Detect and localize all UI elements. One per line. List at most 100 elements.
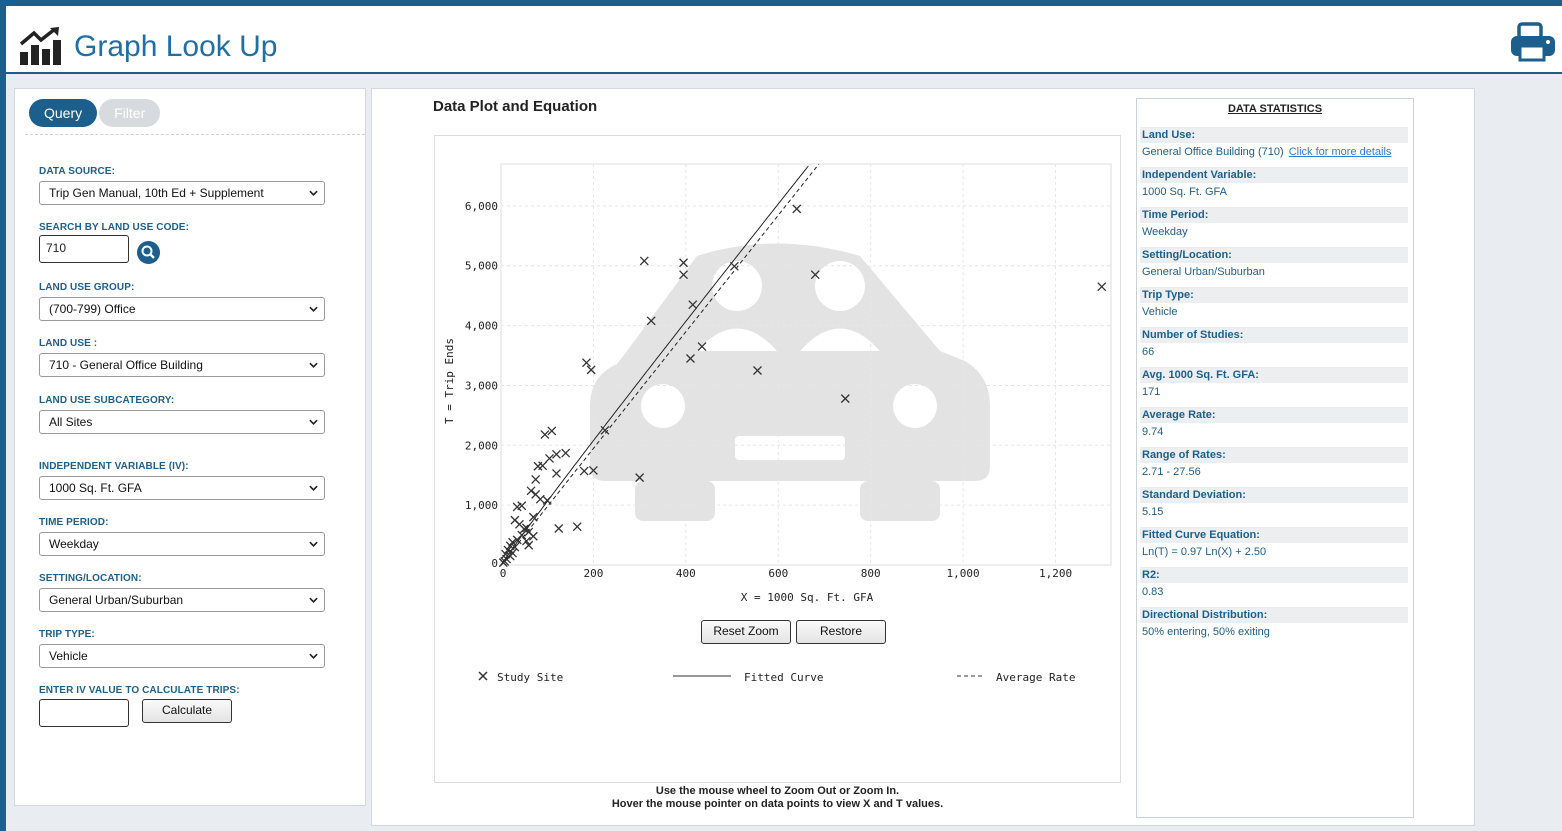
data-point[interactable] xyxy=(531,474,541,484)
setting-select[interactable]: General Urban/Suburban xyxy=(39,588,325,612)
time-period-label: TIME PERIOD: xyxy=(39,517,109,528)
stat-value-average-rate: 9.74 xyxy=(1142,426,1164,438)
data-point[interactable] xyxy=(579,466,589,476)
query-panel: Query Filter DATA SOURCE: Trip Gen Manual… xyxy=(14,88,366,806)
trip-type-select[interactable]: Vehicle xyxy=(39,644,325,668)
legend: Study Site Fitted Curve Average Rate xyxy=(478,671,1075,684)
y-tick-label: 2,000 xyxy=(465,439,498,452)
data-point[interactable] xyxy=(551,449,561,459)
data-point[interactable] xyxy=(582,358,591,368)
data-point[interactable] xyxy=(561,448,571,458)
data-statistics-panel: DATA STATISTICS Land Use: General Office… xyxy=(1136,98,1414,818)
stat-value-directional-distribution: 50% entering, 50% exiting xyxy=(1142,626,1270,638)
data-source-value: Trip Gen Manual, 10th Ed + Supplement xyxy=(49,186,264,200)
y-tick-label: 5,000 xyxy=(465,260,498,273)
data-point[interactable] xyxy=(572,522,582,532)
calculate-button[interactable]: Calculate xyxy=(142,699,232,723)
setting-label: SETTING/LOCATION: xyxy=(39,573,142,584)
legend-average-rate-label: Average Rate xyxy=(996,671,1075,684)
x-tick-label: 400 xyxy=(676,567,696,580)
land-use-label: LAND USE : xyxy=(39,338,98,349)
stat-label-number-of-studies: Number of Studies: xyxy=(1140,327,1408,343)
stat-value-number-of-studies: 66 xyxy=(1142,346,1155,358)
data-point[interactable] xyxy=(1097,282,1107,292)
plot-panel: Data Plot and Equation 0 200 400 600 800 1,00… xyxy=(371,88,1475,826)
stat-value-avg-iv: 171 xyxy=(1142,386,1161,398)
setting-value: General Urban/Suburban xyxy=(49,593,184,607)
data-point[interactable] xyxy=(542,495,552,505)
data-point[interactable] xyxy=(528,531,538,541)
legend-study-site-label: Study Site xyxy=(497,671,563,684)
stat-value-r-squared: 0.83 xyxy=(1142,586,1164,598)
plot-title: Data Plot and Equation xyxy=(433,98,598,115)
tab-query[interactable]: Query xyxy=(29,99,98,127)
search-code-label: SEARCH BY LAND USE CODE: xyxy=(39,222,190,233)
hint-zoom: Use the mouse wheel to Zoom Out or Zoom … xyxy=(655,785,900,797)
data-point[interactable] xyxy=(639,256,649,266)
data-source-label: DATA SOURCE: xyxy=(39,166,116,177)
iv-label: INDEPENDENT VARIABLE (IV): xyxy=(39,461,189,472)
restore-button[interactable]: Restore xyxy=(796,620,886,644)
stat-value-standard-deviation: 5.15 xyxy=(1142,506,1164,518)
x-tick-label: 1,200 xyxy=(1039,567,1072,580)
data-point[interactable] xyxy=(554,524,564,533)
stat-value-fitted-curve: Ln(T) = 0.97 Ln(X) + 2.50 xyxy=(1142,546,1267,558)
panel-tabs: Query Filter xyxy=(29,99,162,127)
app-header: Graph Look Up xyxy=(6,6,1562,74)
x-axis-label: X = 1000 Sq. Ft. GFA xyxy=(741,591,874,604)
land-use-code-input[interactable]: 710 xyxy=(39,235,129,263)
land-use-group-select[interactable]: (700-799) Office xyxy=(39,297,325,321)
car-watermark xyxy=(590,243,990,521)
data-point[interactable] xyxy=(535,494,545,504)
reset-zoom-button[interactable]: Reset Zoom xyxy=(701,620,791,644)
data-point[interactable] xyxy=(545,454,554,463)
tab-filter[interactable]: Filter xyxy=(99,99,161,127)
left-accent-bar xyxy=(0,0,6,831)
land-use-group-value: (700-799) Office xyxy=(49,302,136,316)
search-icon xyxy=(141,245,155,259)
y-tick-label: 0 xyxy=(491,557,498,570)
data-point[interactable] xyxy=(524,540,534,550)
stat-label-trip-type: Trip Type: xyxy=(1140,287,1408,303)
more-details-link[interactable]: Click for more details xyxy=(1289,146,1392,158)
stat-label-range-of-rates: Range of Rates: xyxy=(1140,447,1408,463)
time-period-select[interactable]: Weekday xyxy=(39,532,325,556)
stat-label-iv: Independent Variable: xyxy=(1140,167,1408,183)
page-title: Graph Look Up xyxy=(74,30,278,63)
land-use-select[interactable]: 710 - General Office Building xyxy=(39,353,325,377)
data-source-select[interactable]: Trip Gen Manual, 10th Ed + Supplement xyxy=(39,181,325,205)
stat-value-trip-type: Vehicle xyxy=(1142,306,1178,318)
chevron-down-icon xyxy=(309,190,318,196)
data-point[interactable] xyxy=(533,461,543,471)
subcategory-select[interactable]: All Sites xyxy=(39,410,325,434)
data-point[interactable] xyxy=(526,486,536,496)
stat-value-time-period: Weekday xyxy=(1142,226,1188,238)
x-tick-label: 200 xyxy=(583,567,603,580)
chevron-down-icon xyxy=(309,419,318,425)
y-axis-label: T = Trip Ends xyxy=(443,338,456,424)
y-tick-label: 6,000 xyxy=(465,200,498,213)
stat-label-fitted-curve: Fitted Curve Equation: xyxy=(1140,527,1408,543)
x-tick-label: 1,000 xyxy=(947,567,980,580)
data-point[interactable] xyxy=(551,468,561,478)
iv-value-input[interactable] xyxy=(39,699,129,727)
time-period-value: Weekday xyxy=(49,537,99,551)
iv-select[interactable]: 1000 Sq. Ft. GFA xyxy=(39,476,325,500)
y-tick-label: 4,000 xyxy=(465,320,498,333)
stat-value-land-use: General Office Building (710) Click for … xyxy=(1142,146,1392,158)
search-button[interactable] xyxy=(137,241,160,264)
stat-label-land-use: Land Use: xyxy=(1140,127,1408,143)
iv-value-label: ENTER IV VALUE TO CALCULATE TRIPS: xyxy=(39,685,240,696)
stat-label-directional-distribution: Directional Distribution: xyxy=(1140,607,1408,623)
chart-area[interactable]: 0 200 400 600 800 1,000 1,200 0 1,000 2,000 3,000 4… xyxy=(434,135,1121,783)
chevron-down-icon xyxy=(309,362,318,368)
subcategory-value: All Sites xyxy=(49,415,93,429)
y-tick-label: 3,000 xyxy=(465,379,498,392)
x-tick-label: 600 xyxy=(768,567,788,580)
x-tick-label: 0 xyxy=(500,567,507,580)
scatter-chart[interactable]: 0 200 400 600 800 1,000 1,200 0 1,000 2,000 3,000 4… xyxy=(435,136,1120,782)
trip-type-value: Vehicle xyxy=(49,649,88,663)
printer-icon[interactable] xyxy=(1506,16,1562,66)
trip-type-label: TRIP TYPE: xyxy=(39,629,95,640)
stat-label-standard-deviation: Standard Deviation: xyxy=(1140,487,1408,503)
